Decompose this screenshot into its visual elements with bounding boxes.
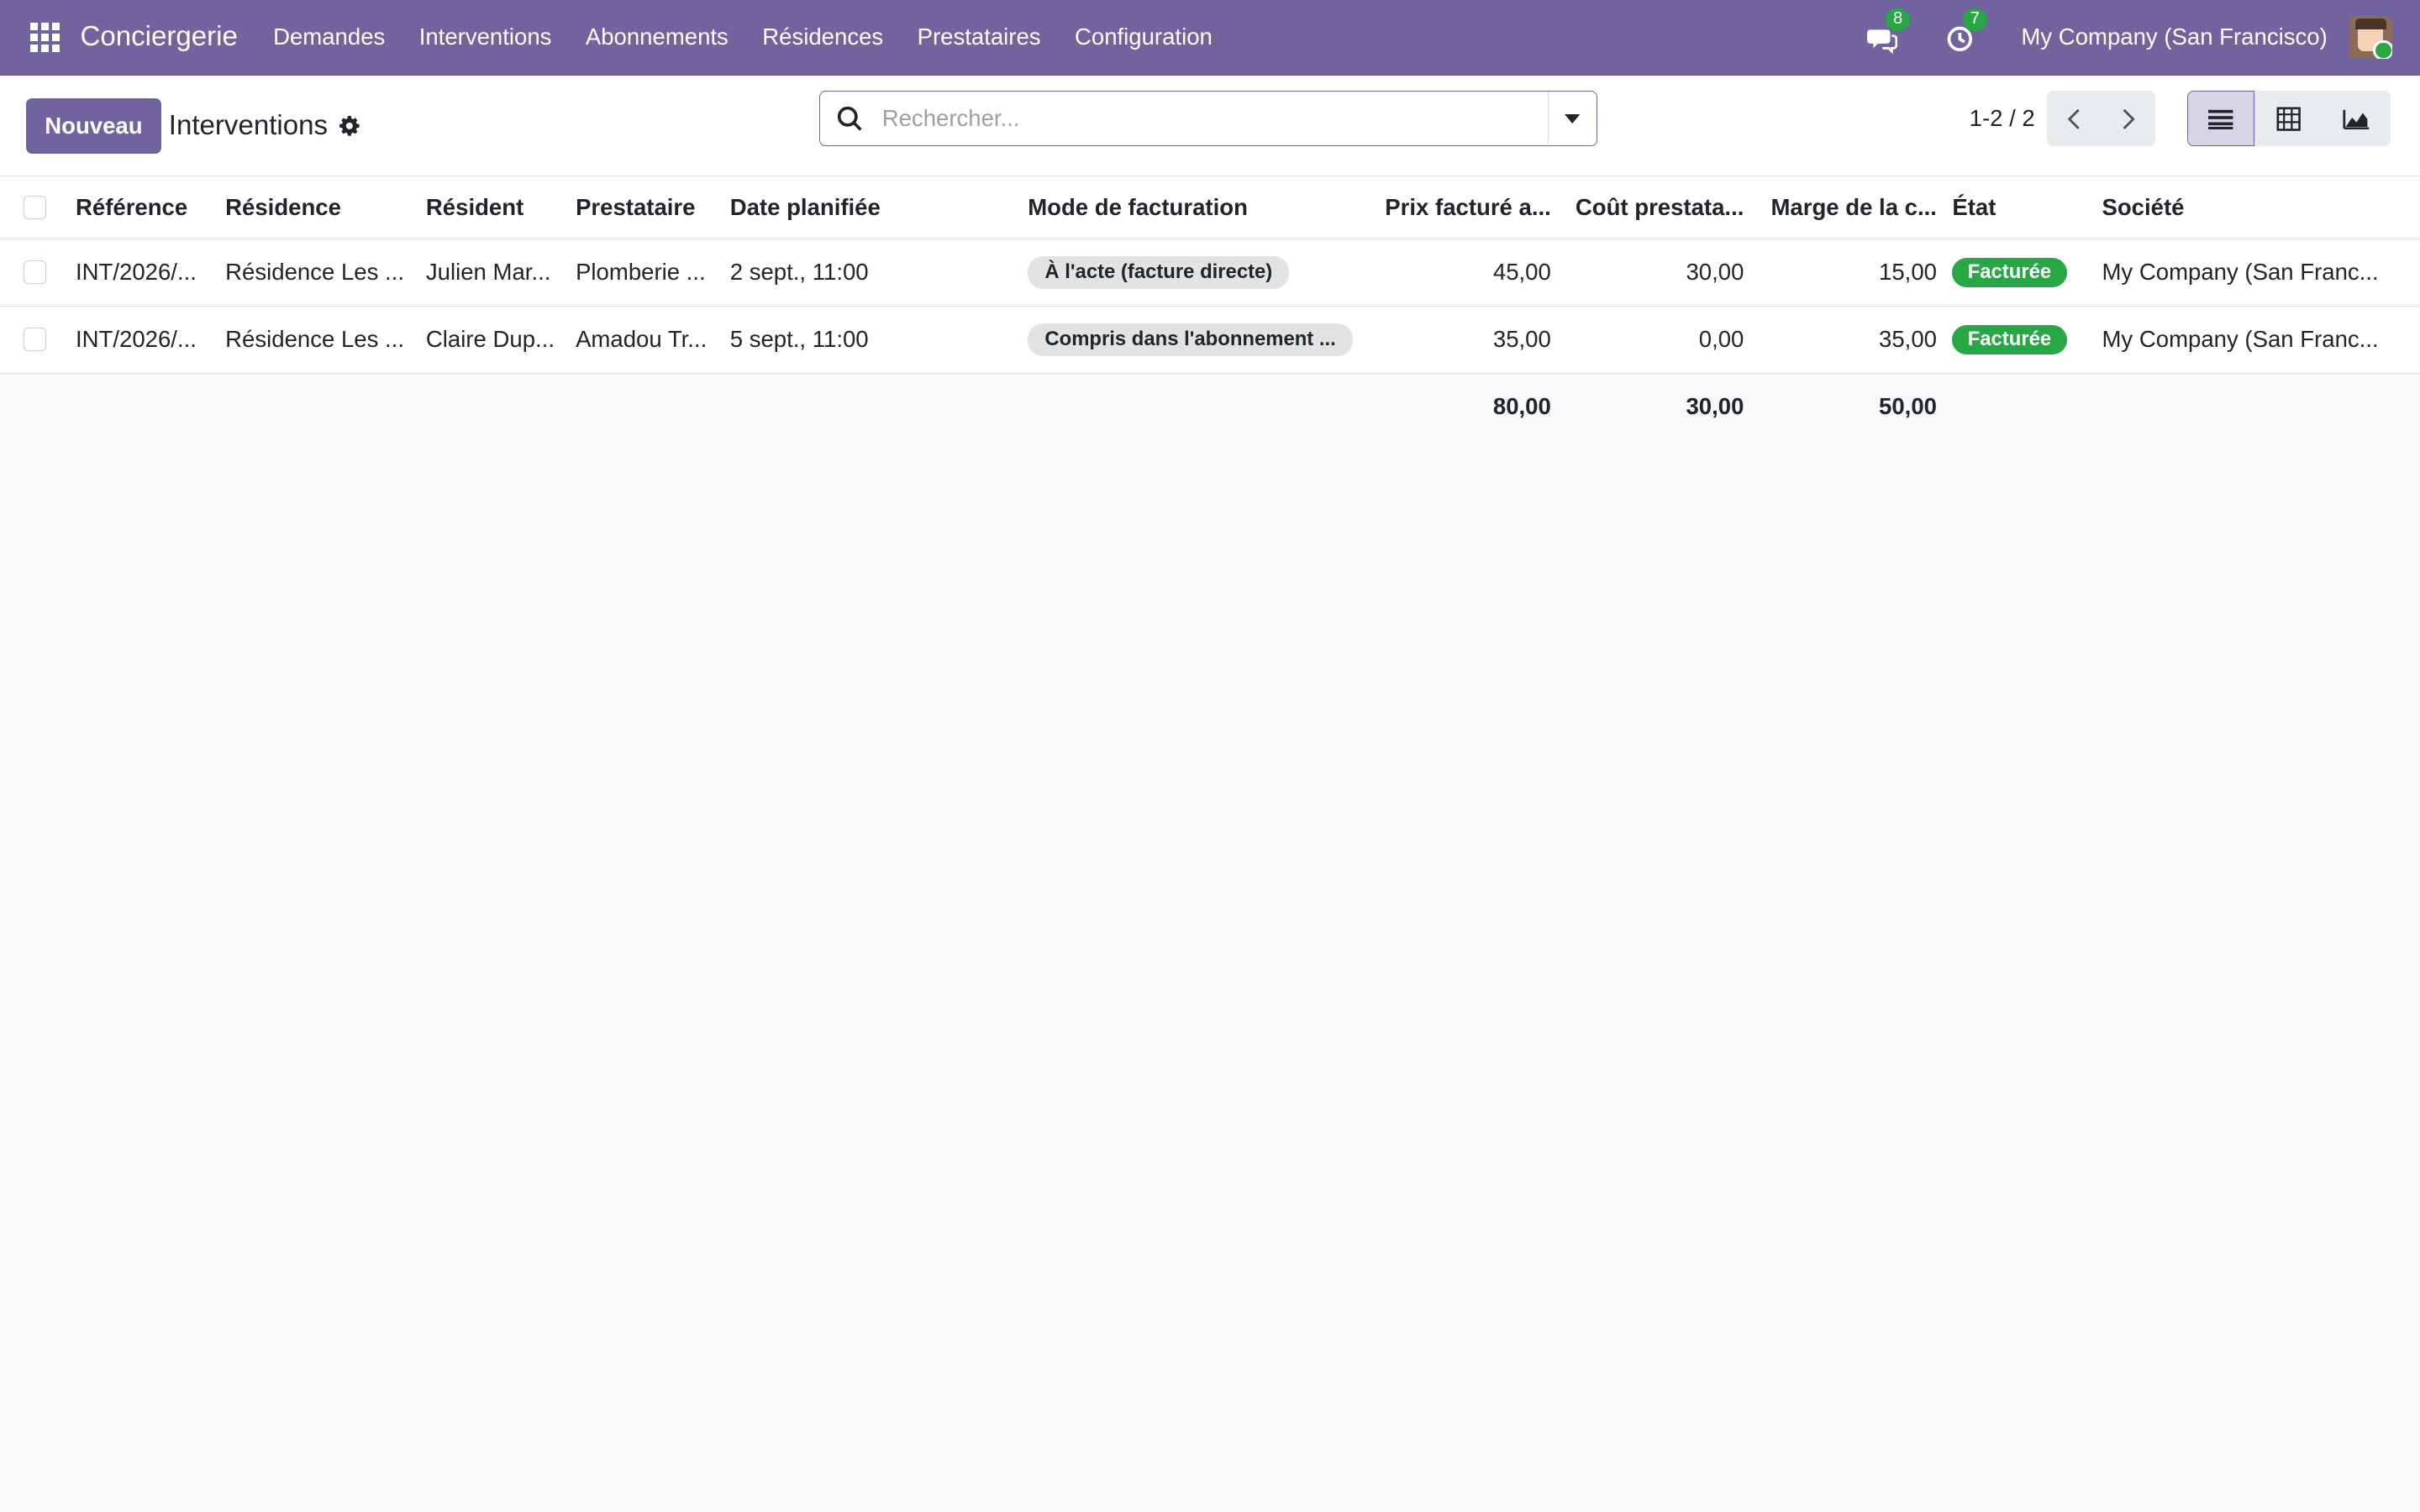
totals-row: 80,00 30,00 50,00 bbox=[0, 373, 2420, 440]
chevron-right-icon bbox=[2123, 108, 2135, 129]
search-options-toggle[interactable] bbox=[1548, 92, 1597, 146]
pivot-view-icon bbox=[2276, 107, 2301, 131]
user-avatar[interactable] bbox=[2349, 15, 2392, 60]
menu-prestataires[interactable]: Prestataires bbox=[900, 24, 1057, 50]
menu-abonnements[interactable]: Abonnements bbox=[569, 24, 745, 50]
menu-interventions[interactable]: Interventions bbox=[402, 24, 569, 50]
status-badge: Facturée bbox=[1952, 324, 2067, 355]
col-prix[interactable]: Prix facturé a... bbox=[1375, 176, 1560, 239]
list-view-icon bbox=[2208, 109, 2233, 130]
col-prestataire[interactable]: Prestataire bbox=[569, 176, 724, 239]
graph-view-icon bbox=[2343, 109, 2370, 129]
apps-grid-icon[interactable] bbox=[28, 20, 61, 54]
col-marge[interactable]: Marge de la c... bbox=[1753, 176, 1946, 239]
total-marge: 50,00 bbox=[1753, 373, 1946, 440]
row-checkbox[interactable] bbox=[23, 328, 47, 352]
main-menu: Demandes Interventions Abonnements Résid… bbox=[256, 24, 1229, 50]
col-date[interactable]: Date planifiée bbox=[723, 176, 1022, 239]
search-input[interactable] bbox=[879, 103, 1549, 134]
cell-reference[interactable]: INT/2026/... bbox=[69, 239, 219, 307]
col-resident[interactable]: Résident bbox=[419, 176, 570, 239]
activities-badge: 7 bbox=[1962, 8, 1988, 32]
table-row[interactable]: INT/2026/... Résidence Les ... Claire Du… bbox=[0, 306, 2420, 374]
systray: 8 7 My Company (San Francisco) bbox=[1866, 8, 2420, 60]
total-cout: 30,00 bbox=[1560, 373, 1754, 440]
cell-marge[interactable]: 15,00 bbox=[1753, 239, 1946, 307]
new-button[interactable]: Nouveau bbox=[26, 97, 161, 154]
menu-residences[interactable]: Résidences bbox=[745, 24, 900, 50]
pivot-view-button[interactable] bbox=[2254, 91, 2323, 147]
top-navbar: Conciergerie Demandes Interventions Abon… bbox=[0, 0, 2420, 76]
cell-cout[interactable]: 30,00 bbox=[1560, 239, 1754, 307]
menu-demandes[interactable]: Demandes bbox=[256, 24, 402, 50]
clock-icon[interactable]: 7 bbox=[1944, 8, 1988, 54]
total-prix: 80,00 bbox=[1375, 373, 1560, 440]
cell-societe[interactable]: My Company (San Franc... bbox=[2096, 239, 2420, 307]
billing-mode-tag: À l'acte (facture directe) bbox=[1028, 255, 1290, 289]
menu-configuration[interactable]: Configuration bbox=[1058, 24, 1229, 50]
online-status-icon bbox=[2373, 39, 2392, 60]
col-societe[interactable]: Société bbox=[2096, 176, 2420, 239]
cell-societe[interactable]: My Company (San Franc... bbox=[2096, 306, 2420, 374]
cell-prestataire[interactable]: Amadou Tr... bbox=[569, 306, 724, 374]
view-switcher bbox=[2186, 91, 2391, 147]
cell-cout[interactable]: 0,00 bbox=[1560, 306, 1754, 374]
col-cout[interactable]: Coût prestata... bbox=[1560, 176, 1754, 239]
graph-view-button[interactable] bbox=[2323, 91, 2391, 147]
interventions-list: Référence Résidence Résident Prestataire… bbox=[0, 176, 2420, 440]
chat-icon[interactable]: 8 bbox=[1866, 8, 1911, 55]
row-checkbox[interactable] bbox=[23, 260, 47, 285]
cell-residence[interactable]: Résidence Les ... bbox=[218, 306, 420, 374]
caret-down-icon bbox=[1565, 113, 1581, 123]
billing-mode-tag: Compris dans l'abonnement ... bbox=[1028, 323, 1353, 356]
list-view-button[interactable] bbox=[2186, 91, 2255, 147]
cell-prix[interactable]: 35,00 bbox=[1375, 306, 1560, 374]
cell-resident[interactable]: Julien Mar... bbox=[419, 239, 570, 307]
select-all-checkbox[interactable] bbox=[23, 196, 47, 219]
page-title: Interventions bbox=[168, 109, 329, 141]
search-bar bbox=[819, 91, 1597, 147]
cell-marge[interactable]: 35,00 bbox=[1753, 306, 1946, 374]
table-header-row: Référence Résidence Résident Prestataire… bbox=[0, 176, 2420, 239]
chevron-left-icon bbox=[2068, 108, 2081, 129]
pager-next-button[interactable] bbox=[2101, 91, 2155, 147]
col-residence[interactable]: Résidence bbox=[218, 176, 420, 239]
col-mode[interactable]: Mode de facturation bbox=[1021, 176, 1376, 239]
pager-previous-button[interactable] bbox=[2047, 91, 2102, 147]
search-icon bbox=[837, 106, 862, 131]
messages-badge: 8 bbox=[1885, 8, 1911, 32]
table-row[interactable]: INT/2026/... Résidence Les ... Julien Ma… bbox=[0, 239, 2420, 307]
col-etat[interactable]: État bbox=[1945, 176, 2096, 239]
company-switcher[interactable]: My Company (San Francisco) bbox=[2021, 24, 2327, 50]
pager-value[interactable]: 1-2 / 2 bbox=[1970, 105, 2035, 132]
control-panel: Nouveau Interventions 1-2 / 2 bbox=[0, 75, 2420, 177]
col-reference[interactable]: Référence bbox=[69, 176, 219, 239]
cell-resident[interactable]: Claire Dup... bbox=[419, 306, 570, 374]
gear-icon[interactable] bbox=[339, 115, 360, 137]
cell-residence[interactable]: Résidence Les ... bbox=[218, 239, 420, 307]
cell-reference[interactable]: INT/2026/... bbox=[69, 306, 219, 374]
cell-date[interactable]: 5 sept., 11:00 bbox=[723, 306, 1022, 374]
status-badge: Facturée bbox=[1952, 257, 2067, 288]
app-brand[interactable]: Conciergerie bbox=[80, 21, 237, 53]
cell-prestataire[interactable]: Plomberie ... bbox=[569, 239, 724, 307]
pager: 1-2 / 2 bbox=[1970, 91, 2155, 147]
cell-date[interactable]: 2 sept., 11:00 bbox=[723, 239, 1022, 307]
cell-prix[interactable]: 45,00 bbox=[1375, 239, 1560, 307]
